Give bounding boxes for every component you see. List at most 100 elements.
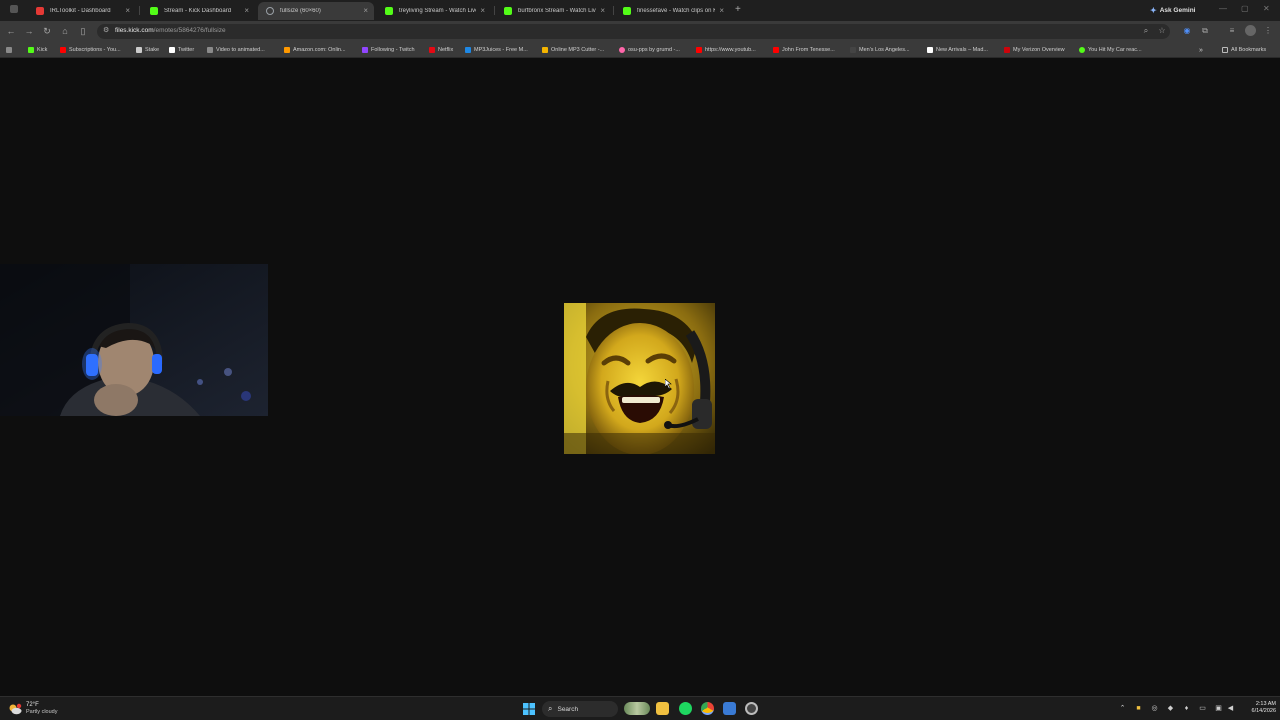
tray-discord-icon[interactable]: ◆ [1166,704,1175,713]
media-control-icon[interactable]: ≡ [1227,26,1237,36]
tray-app-icon[interactable]: ■ [1134,704,1143,713]
laughing-face-emote-icon [564,303,715,454]
osu-icon [619,47,625,53]
gemini-sparkle-icon: ✦ [1150,5,1157,15]
bookmark-my-verizon[interactable]: My Verizon Overview [1004,45,1065,55]
bookmark-mp3juices[interactable]: MP3Juices - Free M... [465,45,528,55]
weather-temperature: 72°F [26,702,39,708]
chrome-icon[interactable] [701,702,714,715]
bookmarks-bar: Kick Subscriptions - You... Stake Twitte… [0,42,1280,58]
tab-finessefave[interactable]: finessefave - Watch clips on Kic × [615,2,730,20]
bookmark-twitter[interactable]: Twitter [169,45,194,55]
url-host: files.kick.com [115,27,154,34]
tab-close-icon[interactable]: × [244,7,249,15]
obs-studio-icon[interactable] [745,702,758,715]
tab-close-icon[interactable]: × [480,7,485,15]
menu-kebab-icon[interactable]: ⋮ [1263,26,1273,36]
tray-sync-icon[interactable]: ◎ [1150,704,1159,713]
tab-title: Stream - Kick Dashboard [164,8,232,14]
tab-close-icon[interactable]: × [125,7,130,15]
new-tab-plus-icon[interactable]: + [735,4,741,15]
bookmark-kick[interactable]: Kick [28,45,47,55]
tab-close-icon[interactable]: × [719,7,724,15]
apps-grid-icon[interactable] [6,45,15,55]
page-viewport [0,59,1280,696]
bookmark-star-icon[interactable]: ☆ [1157,26,1167,36]
netflix-icon [429,47,435,53]
bookmark-mens-los-angeles[interactable]: Men's Los Angeles... [850,45,910,55]
sidebar-panel-icon[interactable]: ▯ [78,26,88,36]
photos-app-icon[interactable] [723,702,736,715]
network-icon[interactable]: ▣ [1214,704,1223,713]
browser-toolbar: ← → ↻ ⌂ ▯ ⚙ files.kick.com/emotes/586427… [0,21,1280,42]
url-path: /emotes/5864276/fullsize [153,27,226,34]
maximize-icon[interactable]: ▢ [1241,4,1249,13]
minimize-icon[interactable]: — [1219,4,1227,13]
tab-treyliving[interactable]: treyliving Stream - Watch Live o × [377,2,491,20]
store-icon [927,47,933,53]
mp3juices-icon [465,47,471,53]
windows-start-icon[interactable] [523,703,535,715]
taskbar-clock[interactable]: 2:13 AM 6/14/2026 [1236,701,1276,715]
bookmark-john-from-tennessee[interactable]: John From Tenesse... [773,45,835,55]
bookmark-amazon[interactable]: Amazon.com: Onlin... [284,45,346,55]
tab-kick-dashboard[interactable]: Stream - Kick Dashboard × [142,2,255,20]
kick-favicon-icon [150,7,158,15]
bookmark-stake[interactable]: Stake [136,45,159,55]
bookmark-netflix[interactable]: Netflix [429,45,453,55]
spotify-icon[interactable] [679,702,692,715]
tab-favicon-icon [36,7,44,15]
twitch-icon [362,47,368,53]
file-explorer-icon[interactable] [656,702,669,715]
tab-strip: IRLToolkit - Dashboard × Stream - Kick D… [0,0,1280,21]
show-hidden-icons-chevron-icon[interactable]: ⌃ [1118,704,1127,713]
tab-burfbronx[interactable]: burfbronx Stream - Watch Live o × [496,2,611,20]
back-arrow-icon[interactable]: ← [6,26,16,36]
kick-icon [1079,47,1085,53]
tab-close-icon[interactable]: × [363,7,368,15]
volume-icon[interactable]: ◀ [1226,704,1235,713]
x-logo-icon [169,47,175,53]
bookmark-osu-pps[interactable]: osu-pps by grumd -... [619,45,680,55]
tab-fullsize-emote[interactable]: fullsize (60×60) × [258,2,374,20]
partly-cloudy-weather-icon [9,703,22,715]
microphone-icon[interactable]: ♦ [1182,704,1191,713]
bookmark-twitch-following[interactable]: Following - Twitch [362,45,415,55]
extension-vpn-icon[interactable]: ◉ [1182,26,1192,36]
more-bookmarks-chevron-icon[interactable]: » [1199,45,1203,55]
address-bar[interactable]: ⚙ files.kick.com/emotes/5864276/fullsize [97,24,1170,39]
weather-condition: Partly cloudy [26,709,58,715]
extensions-puzzle-icon[interactable]: ⧉ [1200,26,1210,36]
zoom-icon[interactable]: ⌕ [1141,26,1151,36]
keyboard-icon[interactable]: ▭ [1198,704,1207,713]
ask-gemini-button[interactable]: ✦ Ask Gemini [1150,4,1195,16]
url-text[interactable]: files.kick.com/emotes/5864276/fullsize [115,27,226,34]
tab-search-icon[interactable] [10,5,18,13]
all-bookmarks-button[interactable]: All Bookmarks [1222,45,1266,55]
search-highlight-icon[interactable] [624,702,650,715]
bookmark-subscriptions-youtube[interactable]: Subscriptions - You... [60,45,121,55]
tab-title: finessefave - Watch clips on Kic [637,8,716,14]
globe-favicon-icon [266,7,274,15]
bookmark-mp3-cutter[interactable]: Online MP3 Cutter -... [542,45,604,55]
tab-irltoolkit[interactable]: IRLToolkit - Dashboard × [28,2,136,20]
bookmark-video-to-animated[interactable]: Video to animated... [207,45,265,55]
site-info-icon[interactable]: ⚙ [103,27,111,35]
weather-widget[interactable]: 72°F Partly cloudy [8,701,58,717]
close-window-icon[interactable]: ✕ [1263,4,1270,13]
youtube-icon [773,47,779,53]
bookmark-you-hit-my-car[interactable]: You Hit My Car reac... [1079,45,1142,55]
bookmark-new-arrivals[interactable]: New Arrivals – Mad... [927,45,988,55]
profile-avatar[interactable] [1245,25,1256,36]
bookmark-youtube-url[interactable]: https://www.youtub... [696,45,756,55]
kick-favicon-icon [504,7,512,15]
taskbar-search-box[interactable]: ⌕ Search [542,701,618,717]
emote-image[interactable] [564,303,715,454]
reload-icon[interactable]: ↻ [42,26,52,36]
home-icon[interactable]: ⌂ [60,26,70,36]
stake-icon [136,47,142,53]
youtube-icon [696,47,702,53]
forward-arrow-icon[interactable]: → [24,26,34,36]
tab-close-icon[interactable]: × [600,7,605,15]
webcam-overlay [0,264,268,416]
